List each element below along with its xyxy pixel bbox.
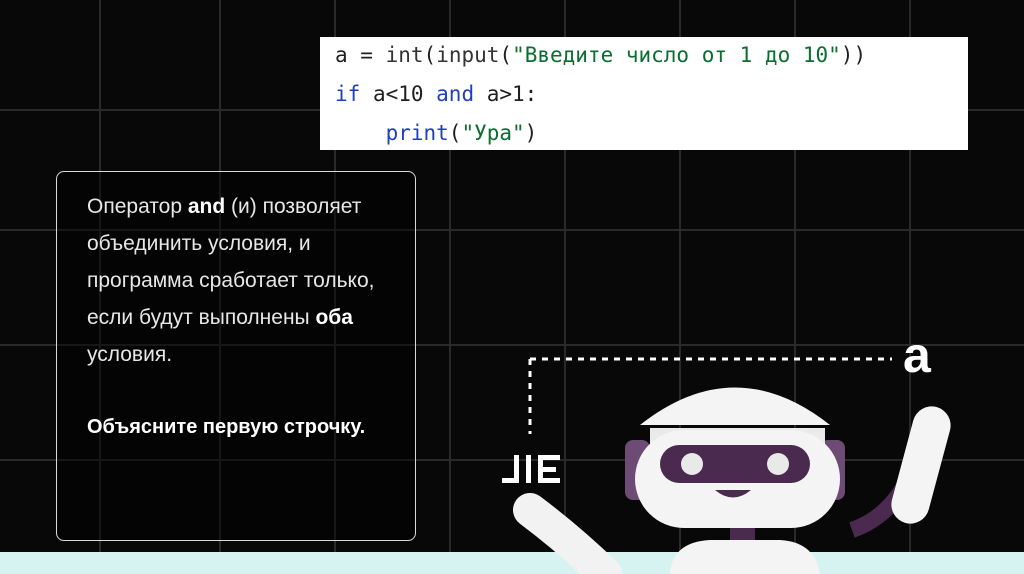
- logo-mark: [502, 455, 560, 483]
- question-text: Объясните первую строчку.: [87, 416, 366, 438]
- code-line-2: if a<10 and a>1:: [335, 82, 537, 106]
- robot-illustration: [502, 357, 951, 574]
- code-token: int: [385, 43, 424, 67]
- code-token: a>1:: [474, 82, 538, 106]
- code-snippet: a = int(input("Введите число от 1 до 10"…: [320, 37, 968, 150]
- variable-a-label: a: [903, 327, 931, 383]
- code-token: input: [436, 43, 500, 67]
- code-token: (: [448, 121, 462, 145]
- code-token: (: [499, 43, 513, 67]
- info-card: Оператор and (и) позволяет объединить ус…: [56, 171, 416, 541]
- info-text: Оператор and (и) позволяет объединить ус…: [87, 188, 417, 373]
- code-token: a: [335, 43, 348, 67]
- code-token: "Введите число от 1 до 10": [512, 43, 841, 67]
- code-line-1: a = int(input("Введите число от 1 до 10"…: [335, 43, 866, 67]
- code-token: ): [524, 121, 538, 145]
- info-text-part: Оператор: [87, 195, 188, 218]
- code-token: if: [335, 82, 361, 106]
- info-keyword-and: and: [187, 195, 226, 218]
- code-token: and: [436, 82, 475, 106]
- code-line-3: print("Ура"): [335, 121, 538, 145]
- info-keyword-both: оба: [315, 306, 353, 329]
- code-token: a<10: [360, 82, 437, 106]
- code-token: (: [423, 43, 437, 67]
- code-token: )): [840, 43, 867, 67]
- code-token: "Ура": [461, 121, 525, 145]
- code-token: print: [385, 121, 449, 145]
- code-token: =: [347, 43, 386, 67]
- info-text-part: условия.: [87, 343, 173, 366]
